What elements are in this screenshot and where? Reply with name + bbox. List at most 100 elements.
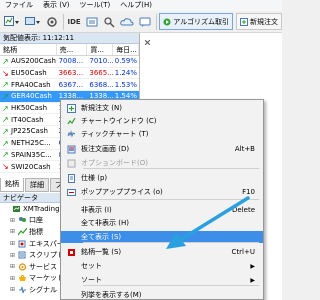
chevron-right-icon: ▶ [250,262,255,270]
context-menu-item[interactable]: 新規注文 (N) [61,102,263,114]
symbol-cell: ↗ JP225Cash [0,127,57,136]
symbol-label: HK50Cash [11,104,48,113]
context-menu: 新規注文 (N) チャートウインドウ (C) ティックチャート (T) 板注文画面 (… [60,99,264,300]
expand-icon[interactable]: ⊞ [9,228,16,235]
context-menu-item-label: オプションボード(O) [81,159,148,167]
context-menu-item-label: 全て表示 (S) [81,233,122,241]
context-menu-item[interactable]: チャートウインドウ (C) [61,115,263,127]
symbol-label: GER40Cash [11,92,52,101]
context-menu-item[interactable]: 非表示 (I) Delete [61,204,263,216]
menu-help[interactable]: ヘルプ(H) [115,0,157,11]
toolbar-separator [155,13,157,30]
depth-of-market-icon [61,143,81,155]
profiles-dropdown[interactable] [24,14,42,30]
profiles-icon [25,16,40,25]
context-menu-item[interactable]: ポップアッププライス (o) F10 [61,186,263,198]
toolbar: IDE アルゴリズム取引 新規注文 [0,11,282,33]
daily-change-cell: 1.53% [114,80,137,89]
ask-cell: 3665... [89,69,114,78]
daily-change-cell: 0.59% [114,57,137,66]
context-menu-item[interactable]: ティックチャート (T) [61,128,263,140]
context-menu-item-shortcut: F10 [242,188,255,196]
arrow-up-icon: ↗ [2,126,9,136]
navigator-item-label: サービス [29,262,57,271]
menu-separator [83,168,259,169]
services-icon [18,263,27,271]
symbol-cell: ↗ IT40Cash [0,115,57,124]
column-header-symbol[interactable]: 銘柄 [0,44,57,55]
navigator-item-label: 指標 [29,227,43,236]
ide-button[interactable]: IDE [67,14,82,30]
expert-advisors-icon [18,240,27,248]
menu-separator [83,285,259,286]
signals-icon [18,286,27,294]
expand-icon[interactable]: ⊞ [9,217,16,224]
chart-window-icon [61,115,81,127]
expand-icon[interactable]: ⊞ [9,263,16,270]
column-header-daily-change[interactable]: 毎日... [113,44,140,55]
expand-icon[interactable]: ⊞ [9,252,16,259]
context-menu-item[interactable]: 板注文画面 (D) Alt+B [61,143,263,155]
column-header-bid[interactable]: 売... [57,44,88,55]
arrow-up-icon: ↗ [2,115,9,125]
expand-icon[interactable]: ⊞ [9,286,16,293]
context-menu-item-shortcut: Delete [232,206,255,214]
context-menu-item-label: ティックチャート (T) [81,130,149,138]
new-order-button[interactable]: 新規注文 [236,13,282,30]
popup-prices-icon [61,186,81,198]
settings-button[interactable] [45,14,59,30]
search-icon [104,16,115,28]
menu-tools[interactable]: ツール(T) [74,0,115,11]
ide-label: IDE [67,17,81,26]
context-menu-item-shortcut: Ctrl+U [231,248,255,256]
tick-chart-icon [61,128,81,140]
context-menu-item[interactable]: 全て非表示 (H) [61,217,263,229]
indicators-icon [18,227,27,236]
algo-trading-button[interactable]: アルゴリズム取引 [159,13,233,30]
signals-button[interactable] [85,14,99,30]
context-menu-item-label: 新規注文 (N) [81,104,122,112]
bid-cell: 7008... [58,57,84,66]
new-order-label: 新規注文 [250,17,278,26]
play-icon [163,18,171,25]
expand-icon[interactable]: ⊞ [9,275,16,282]
chat-button[interactable] [138,14,152,30]
arrow-up-icon: ↗ [2,138,9,148]
context-menu-item[interactable]: 仕様 (p) [61,172,263,184]
tab-symbols[interactable]: 銘柄 [0,178,24,192]
symbol-cell: ↗ AUS200Cash [0,57,57,66]
new-chart-dropdown[interactable] [3,14,21,30]
ask-cell: 6368... [89,80,114,89]
symbol-cell: ↘ SWI20Cash [0,162,57,171]
context-menu-item[interactable]: 銘柄一覧 (S) Ctrl+U [61,246,263,258]
navigator-item-label: シグナル [29,285,57,294]
table-row[interactable]: ↗ FRA40Cash 6367... 6368... 1.53% [0,79,139,92]
menu-view[interactable]: 表示 (V) [38,0,74,11]
ask-cell: 7010... [89,57,114,66]
context-menu-item-label: ソート [81,276,102,284]
expand-icon[interactable]: ⊞ [9,240,16,247]
close-icon[interactable] [145,40,150,45]
menu-file[interactable]: ファイル [0,0,38,11]
xmtrading-icon [12,205,21,213]
new-order-icon [240,17,248,26]
market-watch-header: 銘柄 売... 買... 毎日... [0,44,140,56]
search-button[interactable] [102,14,116,30]
symbol-label: EU50Cash [11,69,47,78]
symbol-label: AUS200Cash [11,57,56,66]
scripts-icon [18,251,27,259]
column-header-ask[interactable]: 買... [87,44,114,55]
vps-button[interactable] [119,14,135,30]
table-row[interactable]: ↘ EU50Cash 3663... 3665... 1.24% [0,68,139,80]
context-menu-item[interactable]: セット ▶ [61,260,263,272]
context-menu-item-label: 銘柄一覧 (S) [81,248,122,256]
table-row[interactable]: ↗ AUS200Cash 7008... 7010... 0.59% [0,56,139,68]
tab-details[interactable]: 詳細 [25,178,49,192]
arrow-up-icon: ↗ [2,91,9,101]
symbol-label: SWI20Cash [11,162,51,171]
chat-icon [139,17,151,27]
context-menu-item-label: 列挙を表示する(M) [81,291,142,299]
option-board-icon [61,157,81,169]
symbol-label: FRA40Cash [11,80,51,89]
context-menu-item[interactable]: 列挙を表示する(M) [61,289,263,300]
